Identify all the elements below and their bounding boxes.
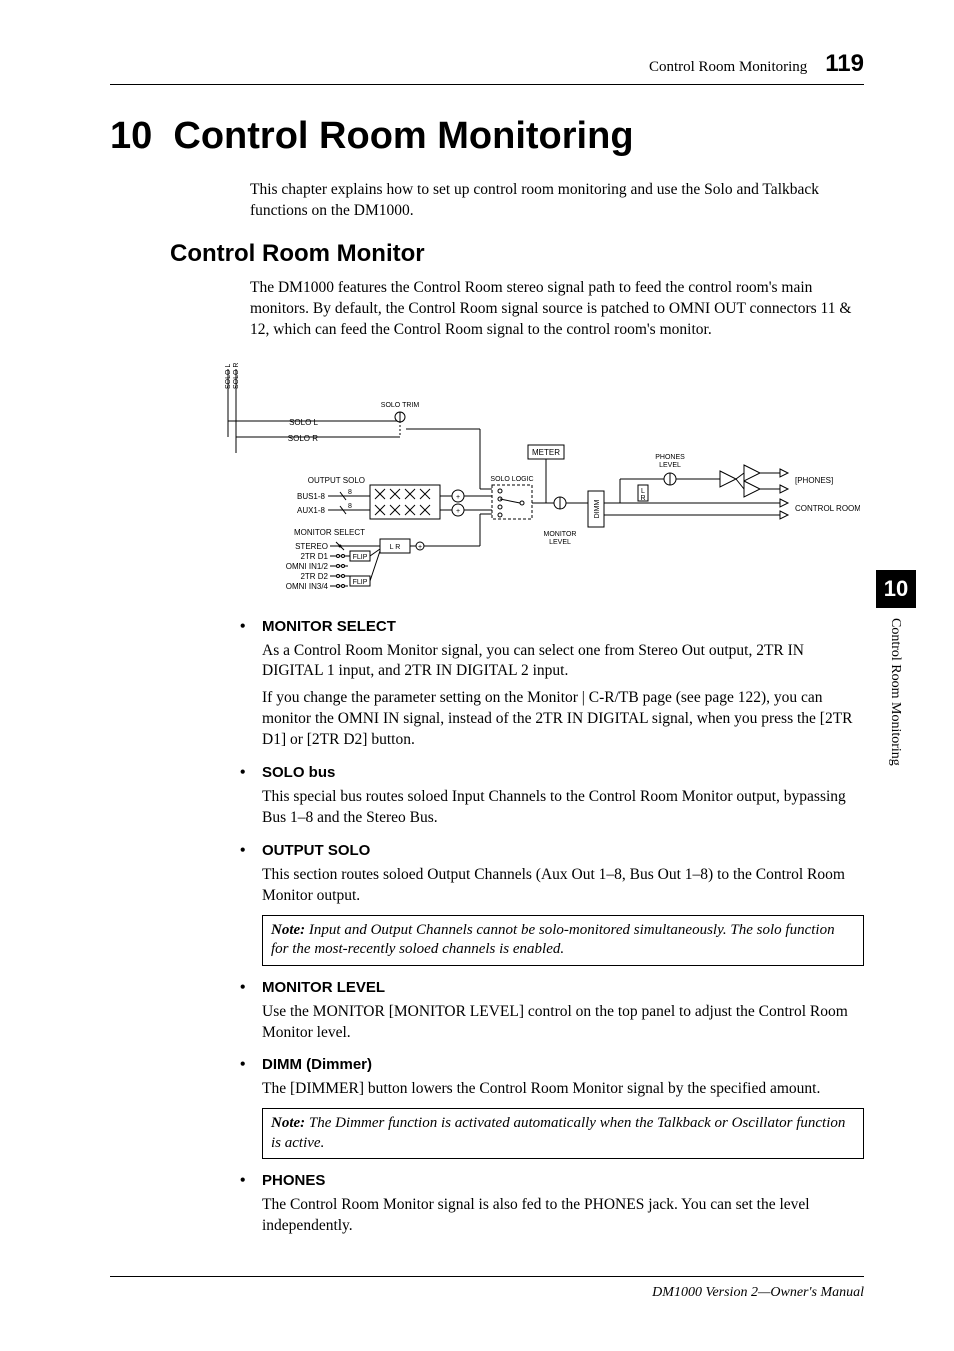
- page-footer: DM1000 Version 2—Owner's Manual: [110, 1276, 864, 1301]
- diag-label-omni12: OMNI IN1/2: [286, 562, 329, 571]
- bullet-item: •MONITOR LEVEL: [240, 978, 864, 999]
- svg-text:+: +: [456, 508, 460, 515]
- bullet-paragraph: As a Control Room Monitor signal, you ca…: [262, 641, 864, 683]
- diag-label-2trd1: 2TR D1: [300, 552, 328, 561]
- bullet-dot-icon: •: [240, 1171, 262, 1192]
- svg-text:8: 8: [348, 503, 352, 510]
- diag-label-dimm: DIMM: [594, 499, 601, 518]
- svg-text:8: 8: [348, 489, 352, 496]
- diag-label-cr-out: CONTROL ROOM: [795, 504, 860, 513]
- diag-label-phones-out: [PHONES]: [795, 476, 833, 485]
- side-tab-label: Control Room Monitoring: [876, 618, 903, 766]
- diag-label-bus: BUS1-8: [297, 492, 326, 501]
- signal-flow-diagram: SOLO L SOLO R SOLO L SOLO R SOLO TRIM OU…: [220, 359, 860, 599]
- note-box: Note: Input and Output Channels cannot b…: [262, 915, 864, 966]
- note-box: Note: The Dimmer function is activated a…: [262, 1108, 864, 1159]
- svg-text:LEVEL: LEVEL: [549, 539, 571, 546]
- bullet-item: •PHONES: [240, 1171, 864, 1192]
- chapter-title: 10 Control Room Monitoring: [110, 115, 864, 158]
- section-intro: The DM1000 features the Control Room ste…: [250, 278, 864, 341]
- diag-label-lr: L R: [390, 544, 401, 551]
- diag-label-flip1: FLIP: [353, 554, 368, 561]
- chapter-number: 10: [110, 115, 152, 157]
- bullet-dot-icon: •: [240, 841, 262, 862]
- chapter-intro: This chapter explains how to set up cont…: [250, 180, 864, 222]
- note-text: Input and Output Channels cannot be solo…: [271, 922, 835, 958]
- bullet-heading: OUTPUT SOLO: [262, 841, 370, 862]
- diag-label-solo-r: SOLO R: [288, 434, 318, 443]
- bullet-dot-icon: •: [240, 1055, 262, 1076]
- diag-label-solo-l: SOLO L: [289, 418, 318, 427]
- svg-text:R: R: [640, 495, 645, 502]
- diag-label-2trd2: 2TR D2: [300, 572, 328, 581]
- section-title: Control Room Monitor: [170, 240, 864, 268]
- bullet-dot-icon: •: [240, 617, 262, 638]
- svg-text:MONITOR: MONITOR: [544, 531, 577, 538]
- bullet-paragraph: This section routes soloed Output Channe…: [262, 865, 864, 907]
- bullet-paragraph: The Control Room Monitor signal is also …: [262, 1195, 864, 1237]
- bullet-paragraph: Use the MONITOR [MONITOR LEVEL] control …: [262, 1002, 864, 1044]
- side-tab-number: 10: [876, 570, 916, 608]
- chapter-name: Control Room Monitoring: [173, 115, 633, 157]
- bullet-paragraph: This special bus routes soloed Input Cha…: [262, 787, 864, 829]
- bullet-item: •SOLO bus: [240, 763, 864, 784]
- bullet-heading: SOLO bus: [262, 763, 335, 784]
- bullet-item: •OUTPUT SOLO: [240, 841, 864, 862]
- bullet-heading: MONITOR SELECT: [262, 617, 396, 638]
- note-label: Note:: [271, 922, 309, 938]
- diag-label-omni34: OMNI IN3/4: [286, 582, 329, 591]
- bullet-paragraph: If you change the parameter setting on t…: [262, 688, 864, 751]
- diag-label-flip2: FLIP: [353, 579, 368, 586]
- svg-text:L: L: [641, 488, 645, 495]
- bullet-heading: MONITOR LEVEL: [262, 978, 385, 999]
- svg-text:LEVEL: LEVEL: [659, 462, 681, 469]
- note-text: The Dimmer function is activated automat…: [271, 1115, 845, 1151]
- note-label: Note:: [271, 1115, 309, 1131]
- svg-text:PHONES: PHONES: [655, 454, 685, 461]
- svg-text:+: +: [418, 544, 422, 551]
- running-header: Control Room Monitoring 119: [110, 50, 864, 85]
- bullet-heading: PHONES: [262, 1171, 325, 1192]
- diag-label-stereo: STEREO: [295, 542, 328, 551]
- diag-label-aux: AUX1-8: [297, 506, 326, 515]
- bullet-dot-icon: •: [240, 978, 262, 999]
- diag-label-monitor-select: MONITOR SELECT: [294, 528, 365, 537]
- running-title: Control Room Monitoring: [649, 59, 807, 76]
- bullet-heading: DIMM (Dimmer): [262, 1055, 372, 1076]
- bullet-item: •MONITOR SELECT: [240, 617, 864, 638]
- diag-label-solo-logic: SOLO LOGIC: [490, 476, 533, 483]
- side-tab: 10 Control Room Monitoring: [876, 570, 916, 766]
- bullet-paragraph: The [DIMMER] button lowers the Control R…: [262, 1079, 864, 1100]
- svg-text:+: +: [456, 494, 460, 501]
- diag-label-solo-trim: SOLO TRIM: [381, 402, 420, 409]
- bullet-dot-icon: •: [240, 763, 262, 784]
- diag-label-meter: METER: [532, 448, 560, 457]
- diag-label-output-solo: OUTPUT SOLO: [308, 476, 365, 485]
- bullet-item: •DIMM (Dimmer): [240, 1055, 864, 1076]
- page-number: 119: [825, 50, 864, 78]
